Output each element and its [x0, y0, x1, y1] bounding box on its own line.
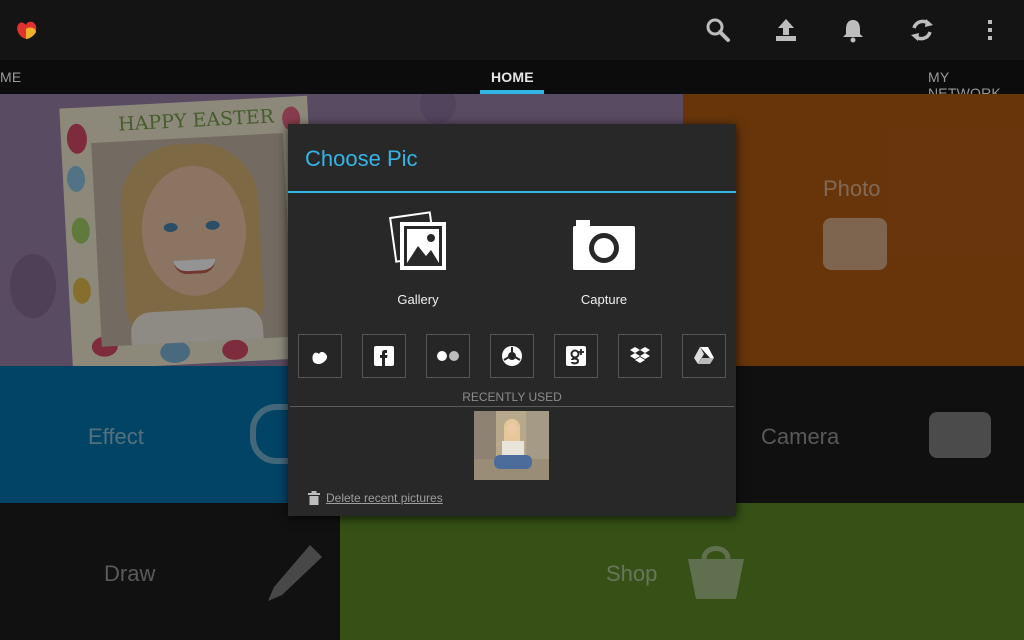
- dialog-title: Choose Pic: [305, 146, 418, 171]
- delete-recent-pictures-link[interactable]: Delete recent pictures: [326, 491, 443, 505]
- google-plus-source-button[interactable]: [554, 334, 598, 378]
- flickr-source-button[interactable]: [426, 334, 470, 378]
- picsart-source-button[interactable]: [298, 334, 342, 378]
- notifications-icon[interactable]: [837, 14, 869, 46]
- overflow-menu-icon[interactable]: [974, 14, 1006, 46]
- trash-icon: [308, 491, 320, 505]
- flickr-icon: [437, 351, 459, 361]
- tab-bar: ME HOME MY NETWORK: [0, 60, 1024, 101]
- facebook-icon: [374, 346, 394, 366]
- google-drive-icon: [694, 347, 714, 364]
- tab-me[interactable]: ME: [0, 69, 21, 85]
- app-logo-icon[interactable]: [14, 16, 40, 42]
- recent-picture-thumbnail[interactable]: [474, 411, 549, 480]
- google-plus-icon: [566, 346, 586, 366]
- facebook-source-button[interactable]: [362, 334, 406, 378]
- choose-pic-dialog: Choose Pic Gallery Capture RECENTLY USED…: [288, 124, 736, 516]
- recently-used-label: RECENTLY USED: [462, 390, 562, 404]
- tab-home[interactable]: HOME: [491, 69, 534, 85]
- search-icon[interactable]: [702, 14, 734, 46]
- google-drive-source-button[interactable]: [682, 334, 726, 378]
- sync-icon[interactable]: [906, 14, 938, 46]
- dropbox-icon: [630, 347, 650, 363]
- picture-source-row: [298, 334, 726, 378]
- gallery-icon: [389, 211, 446, 270]
- picsart-icon: [312, 351, 328, 364]
- upload-icon[interactable]: [770, 14, 802, 46]
- delete-recent-row[interactable]: Delete recent pictures: [308, 488, 443, 508]
- action-bar: [0, 0, 1024, 60]
- picasa-icon: [502, 346, 522, 366]
- dropbox-source-button[interactable]: [618, 334, 662, 378]
- capture-button[interactable]: Capture: [539, 208, 669, 318]
- gallery-label: Gallery: [397, 292, 439, 307]
- dialog-title-divider: [288, 191, 736, 193]
- gallery-button[interactable]: Gallery: [353, 208, 483, 318]
- capture-label: Capture: [580, 292, 628, 307]
- picasa-source-button[interactable]: [490, 334, 534, 378]
- camera-icon: [573, 220, 635, 270]
- recently-used-divider: [290, 406, 734, 407]
